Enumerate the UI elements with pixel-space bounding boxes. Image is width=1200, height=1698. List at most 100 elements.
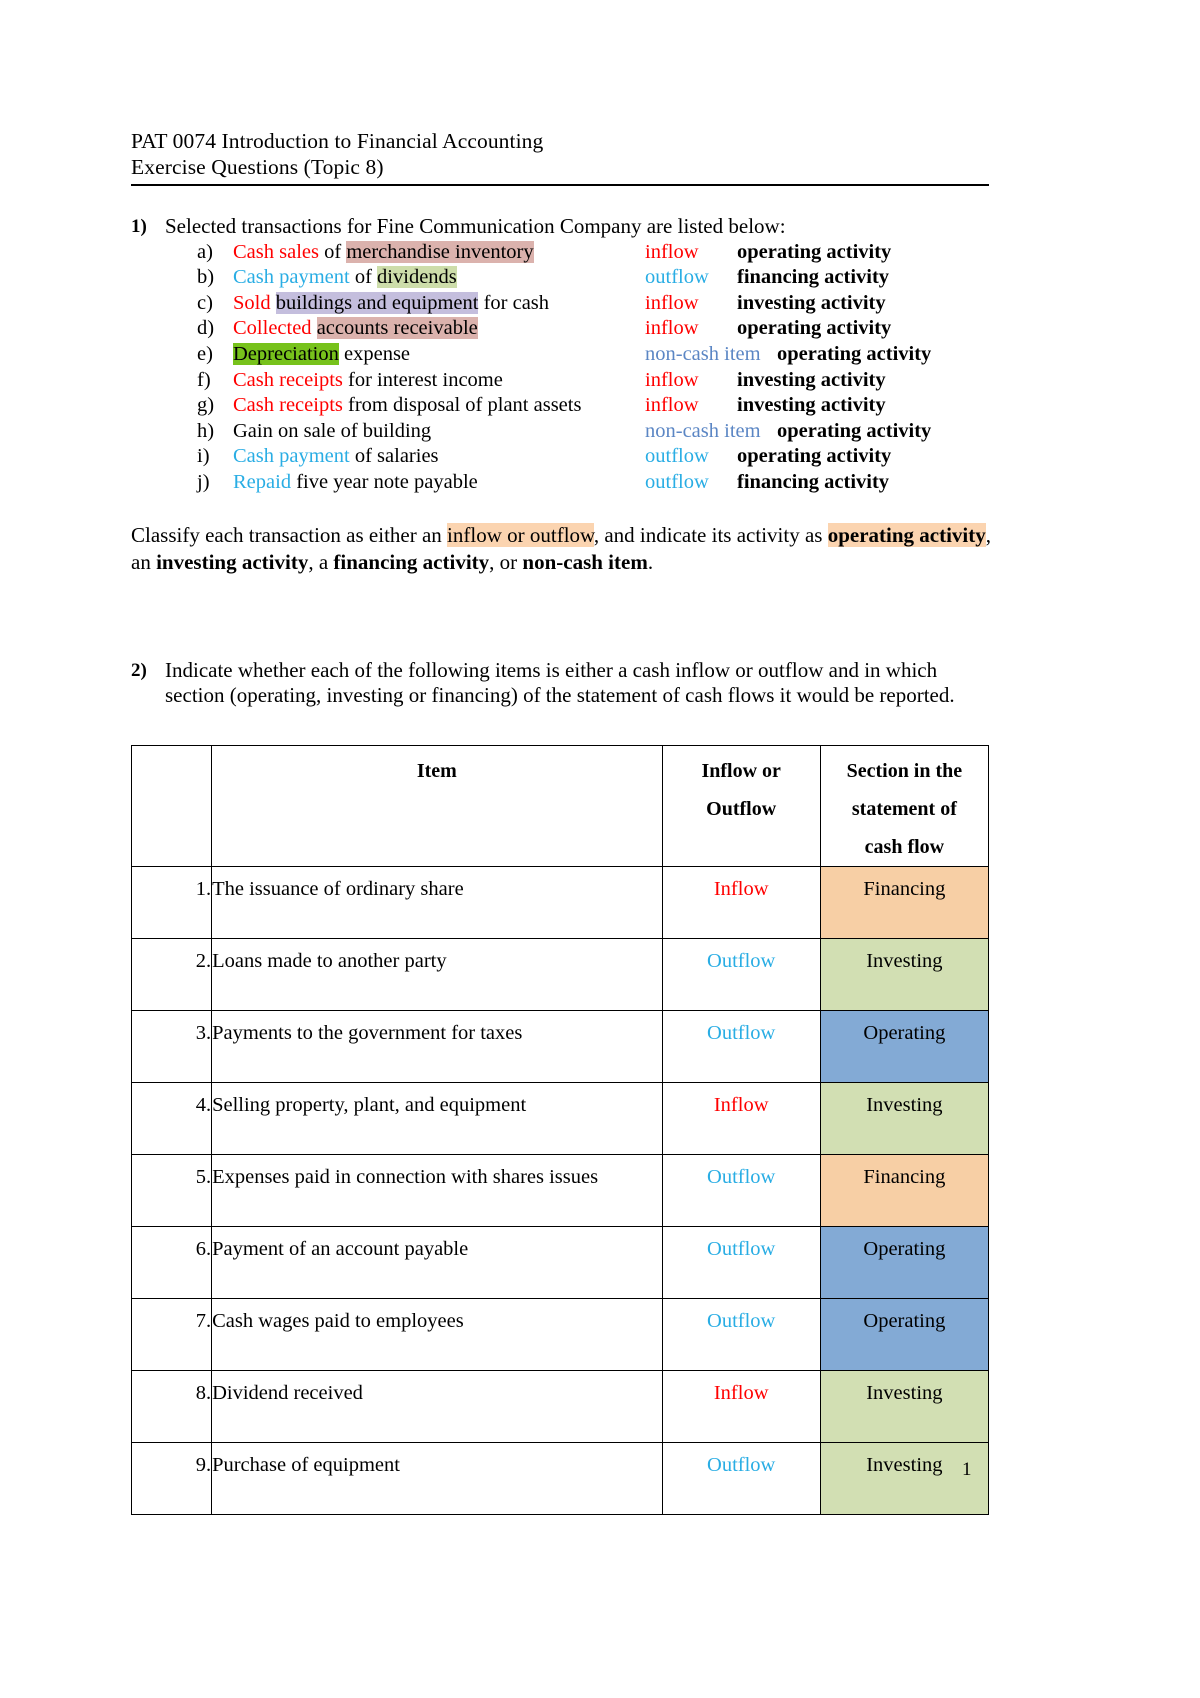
question-2: 2) Indicate whether each of the followin… <box>131 658 989 709</box>
transaction-letter: h) <box>197 419 215 442</box>
classify-text-2: , and indicate its activity as <box>593 522 828 547</box>
transaction-activity: operating activity <box>737 445 892 468</box>
transaction-text-part2: of salaries <box>349 445 439 468</box>
transaction-activity: operating activity <box>737 317 892 340</box>
transaction-flow: outflow <box>645 266 709 289</box>
transaction-letter: g) <box>197 394 215 417</box>
transaction-letter: b) <box>197 266 215 289</box>
column-header-inflow-outflow: Inflow or Outflow <box>661 744 821 867</box>
transaction-activity: investing activity <box>737 368 886 391</box>
classify-text-6: . <box>647 549 654 574</box>
transaction-text-part3: accounts receivable <box>316 317 478 340</box>
classify-highlight-inflow-outflow: inflow or outflow <box>447 522 594 547</box>
transaction-list-item: a) Cash sales of merchandise inventory inf… <box>165 240 989 266</box>
row-item-description: Expenses paid in connection with shares … <box>211 1153 663 1227</box>
row-inflow-outflow: Outflow <box>661 1297 821 1371</box>
table-row: 8. Dividend received Inflow Investing <box>130 1369 990 1443</box>
column-header-section-line1: Section in the <box>846 759 963 782</box>
transaction-text-part1: Sold <box>233 291 271 314</box>
row-item-description: Payment of an account payable <box>211 1225 663 1299</box>
transaction-list-item: c) Sold buildings and equipment for cash i… <box>165 291 989 317</box>
transaction-text-part1: Repaid <box>233 470 292 493</box>
transaction-list-item: b) Cash payment of dividends outflow financ… <box>165 265 989 291</box>
row-section: Investing <box>819 937 990 1011</box>
transaction-activity: investing activity <box>737 291 886 314</box>
row-number: 4. <box>130 1081 213 1155</box>
transaction-letter: i) <box>197 445 210 468</box>
transaction-description: Depreciation expense <box>233 342 645 368</box>
column-header-section-line3: cash flow <box>864 835 945 858</box>
row-inflow-outflow: Inflow <box>661 1081 821 1155</box>
transaction-list-item: d) Collected accounts receivable inflow ope… <box>165 316 989 342</box>
row-item-description: Loans made to another party <box>211 937 663 1011</box>
transaction-description: Gain on sale of building <box>233 419 645 445</box>
transaction-text-part1: Cash receipts <box>233 394 343 417</box>
transaction-activity: investing activity <box>737 394 886 417</box>
document-page: PAT 0074 Introduction to Financial Accou… <box>0 0 1200 1698</box>
column-header-section: Section in the statement of cash flow <box>819 744 990 867</box>
row-inflow-outflow: Inflow <box>661 1369 821 1443</box>
transaction-text-part2: five year note payable <box>291 470 478 493</box>
row-item-description: Purchase of equipment <box>211 1441 663 1515</box>
table-header: Item Inflow or Outflow Section in the st… <box>130 744 990 867</box>
transaction-activity: operating activity <box>777 419 932 442</box>
transaction-letter: c) <box>197 291 213 314</box>
classify-bold-financing: financing activity <box>333 549 490 574</box>
row-number: 6. <box>130 1225 213 1299</box>
table-row: 9. Purchase of equipment Outflow Investing <box>130 1441 990 1515</box>
transaction-text-part3: buildings and equipment <box>275 291 479 314</box>
row-section: Investing <box>819 1369 990 1443</box>
row-inflow-outflow: Outflow <box>661 1225 821 1299</box>
transaction-activity: operating activity <box>777 342 932 365</box>
column-header-item: Item <box>211 744 663 867</box>
transaction-activity: operating activity <box>737 240 892 263</box>
table-row: 5. Expenses paid in connection with share… <box>130 1153 990 1227</box>
transaction-text-part1: Collected <box>233 317 312 340</box>
column-header-section-line2: statement of <box>851 797 957 820</box>
course-title: PAT 0074 Introduction to Financial Accou… <box>131 129 544 153</box>
transaction-description: Cash payment of salaries <box>233 444 645 470</box>
classify-bold-investing: investing activity <box>156 549 309 574</box>
transaction-letter: j) <box>197 470 210 493</box>
transaction-flow: non-cash item <box>645 419 761 442</box>
transaction-text-part2: of <box>318 240 347 263</box>
transaction-flow: non-cash item <box>645 342 761 365</box>
row-item-description: Dividend received <box>211 1369 663 1443</box>
transaction-text-part2: from disposal of plant assets <box>342 394 582 417</box>
row-section: Investing <box>819 1081 990 1155</box>
question-2-prompt: Indicate whether each of the following i… <box>165 657 955 708</box>
transaction-list-item: h) Gain on sale of building non-cash item o… <box>165 419 989 445</box>
table-row: 2. Loans made to another party Outflow Inve… <box>130 937 990 1011</box>
row-inflow-outflow: Outflow <box>661 937 821 1011</box>
column-header-number <box>130 744 213 867</box>
transaction-text-part2 <box>271 292 276 314</box>
row-number: 7. <box>130 1297 213 1371</box>
transaction-text-part1: Cash payment <box>233 445 350 468</box>
question-1-prompt: Selected transactions for Fine Communica… <box>165 214 786 238</box>
document-header: PAT 0074 Introduction to Financial Accou… <box>131 128 989 180</box>
transaction-description: Cash receipts from disposal of plant ass… <box>233 393 645 419</box>
cash-flow-table-wrapper: Item Inflow or Outflow Section in the st… <box>130 744 990 1515</box>
cash-flow-table: Item Inflow or Outflow Section in the st… <box>130 744 990 1515</box>
transaction-list-item: e) Depreciation expense non-cash item opera… <box>165 342 989 368</box>
row-number: 1. <box>130 865 213 939</box>
table-row: 4. Selling property, plant, and equipment… <box>130 1081 990 1155</box>
transaction-flow: inflow <box>645 291 699 314</box>
transaction-text-part3: dividends <box>377 266 457 289</box>
row-section: Operating <box>819 1297 990 1371</box>
row-inflow-outflow: Outflow <box>661 1009 821 1083</box>
transaction-flow: outflow <box>645 470 709 493</box>
transaction-text-part1: Cash receipts <box>233 368 343 391</box>
row-number: 9. <box>130 1441 213 1515</box>
table-body: 1. The issuance of ordinary share Inflow Fi… <box>130 865 990 1515</box>
question-1-number: 1) <box>131 216 147 237</box>
row-section: Operating <box>819 1225 990 1299</box>
classify-text-5: , or <box>489 549 523 574</box>
classify-highlight-operating: operating activity <box>827 522 986 547</box>
transaction-description: Cash payment of dividends <box>233 265 645 291</box>
transaction-letter: f) <box>197 368 211 391</box>
row-inflow-outflow: Outflow <box>661 1153 821 1227</box>
transaction-text-part1: Depreciation <box>233 342 339 365</box>
row-section: Financing <box>819 1153 990 1227</box>
transaction-text-part2: of <box>349 266 378 289</box>
